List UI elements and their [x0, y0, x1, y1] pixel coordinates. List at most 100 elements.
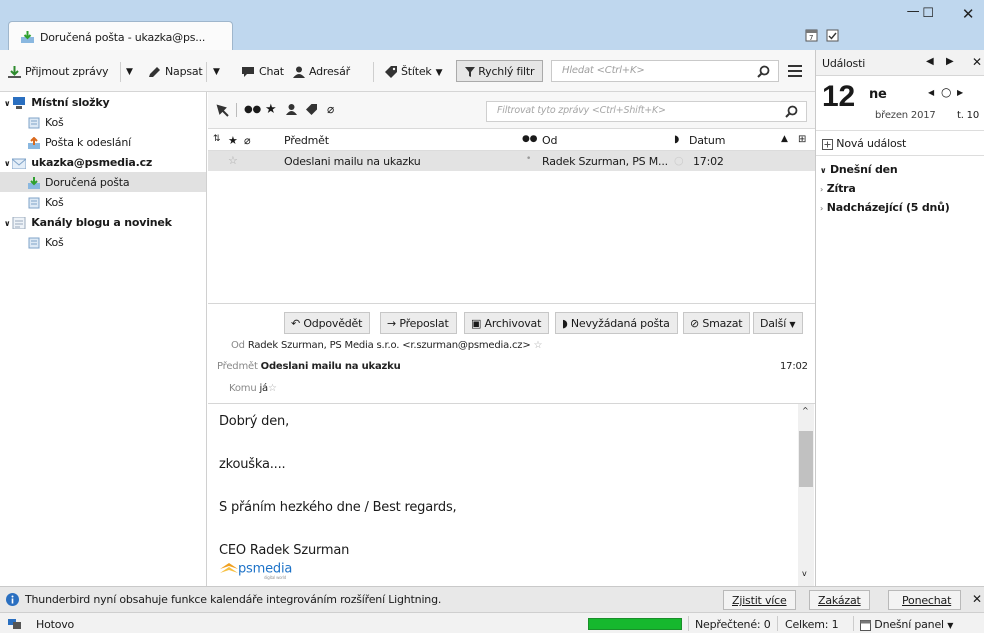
- get-mail-button[interactable]: Přijmout zprávy: [8, 65, 109, 78]
- learn-more-button[interactable]: Zjistit více: [723, 590, 796, 610]
- chevron-down-icon[interactable]: ∨: [4, 159, 11, 168]
- search-input[interactable]: Hledat <Ctrl+K>: [551, 60, 779, 82]
- trash-icon: [28, 117, 40, 129]
- column-date[interactable]: Datum: [689, 134, 725, 147]
- prev-day-icon[interactable]: ◀: [928, 88, 934, 97]
- close-pane-icon[interactable]: ✕: [972, 55, 982, 69]
- pencil-icon: [149, 67, 160, 77]
- disable-button[interactable]: Zakázat: [809, 590, 870, 610]
- unread-filter-icon[interactable]: ●●: [244, 104, 261, 115]
- get-mail-dropdown[interactable]: ▼: [126, 67, 133, 77]
- keep-label: Ponechat: [902, 594, 952, 607]
- folder-label: Doručená pošta: [45, 176, 130, 189]
- delete-label: Smazat: [702, 317, 743, 330]
- keep-button[interactable]: Ponechat: [888, 590, 962, 610]
- archive-icon: ▣: [471, 317, 482, 330]
- prev-view-icon[interactable]: ◀: [926, 56, 934, 67]
- tab-inbox[interactable]: Doručená pošta - ukazka@ps...: [8, 21, 233, 50]
- column-from[interactable]: Od: [542, 134, 557, 147]
- write-button[interactable]: Napsat: [148, 65, 203, 78]
- title-bar: Doručená pošta - ukazka@ps... 7 — ☐ ✕: [0, 0, 984, 50]
- today-pane: Události ◀ ▶ ✕ 12 ne ◀ ○ ▶ březen 2017 t…: [815, 50, 984, 586]
- folder-trash-feeds[interactable]: Koš: [0, 232, 206, 252]
- body-scrollbar[interactable]: ^ v: [798, 404, 814, 586]
- table-row[interactable]: ☆ Odeslani mailu na ukazku • Radek Szurm…: [208, 151, 815, 171]
- folder-inbox[interactable]: Doručená pošta: [0, 172, 206, 192]
- menu-icon[interactable]: [788, 65, 802, 77]
- forward-button[interactable]: → Přeposlat: [380, 312, 457, 334]
- attachment-filter-icon[interactable]: ⌀: [327, 102, 334, 116]
- address-book-button[interactable]: Adresář: [293, 65, 350, 78]
- scroll-down-icon[interactable]: v: [802, 569, 807, 578]
- folder-account[interactable]: ∨ ukazka@psmedia.cz: [0, 152, 206, 172]
- to-value[interactable]: já: [259, 383, 268, 394]
- more-button[interactable]: Další ▼: [753, 312, 804, 334]
- contact-filter-icon[interactable]: [286, 104, 297, 115]
- search-icon: [785, 105, 798, 118]
- from-value[interactable]: Radek Szurman, PS Media s.r.o. <r.szurma…: [248, 340, 531, 351]
- notification-bar: Thunderbird nyní obsahuje funkce kalendá…: [0, 586, 984, 612]
- next-view-icon[interactable]: ▶: [946, 56, 954, 67]
- tag-button[interactable]: Štítek ▼: [385, 65, 443, 78]
- column-subject[interactable]: Předmět: [284, 134, 329, 147]
- folder-local-folders[interactable]: ∨ Místní složky: [0, 92, 206, 112]
- column-picker-icon[interactable]: ⊞: [798, 134, 806, 145]
- row-subject: Odeslani mailu na ukazku: [284, 155, 421, 168]
- sort-ascending-icon[interactable]: ▲: [781, 134, 788, 144]
- star-icon[interactable]: ☆: [268, 383, 277, 394]
- star-column-icon[interactable]: ★: [228, 134, 238, 147]
- archive-label: Archivovat: [484, 317, 542, 330]
- reply-button[interactable]: ↶ Odpovědět: [284, 312, 371, 334]
- calendar-tab-icon[interactable]: 7: [805, 29, 818, 42]
- read-dot-icon[interactable]: •: [526, 154, 531, 164]
- folder-label: Místní složky: [31, 96, 110, 109]
- group-upcoming[interactable]: › Nadcházející (5 dnů): [820, 201, 950, 214]
- more-label: Další: [760, 317, 787, 330]
- delete-button[interactable]: ⊘ Smazat: [683, 312, 751, 334]
- write-dropdown[interactable]: ▼: [213, 67, 220, 77]
- calendar-icon: [860, 619, 871, 631]
- message-body[interactable]: Dobrý den, zkouška.... S přáním hezkého …: [208, 403, 815, 586]
- tasks-tab-icon[interactable]: [826, 29, 839, 42]
- thread-column-icon[interactable]: ⇅: [213, 134, 221, 144]
- thread-column-header: ⇅ ★ ⌀ Předmět ●● Od ◗ Datum ▲ ⊞: [208, 129, 815, 151]
- folder-outbox[interactable]: Pošta k odeslání: [0, 132, 206, 152]
- scroll-thumb[interactable]: [799, 431, 813, 487]
- scroll-up-icon[interactable]: ^: [802, 406, 809, 415]
- maximize-button[interactable]: ☐: [908, 6, 948, 21]
- star-filter-icon[interactable]: ★: [265, 102, 277, 117]
- today-icon[interactable]: ○: [941, 85, 951, 99]
- sticky-filter-icon[interactable]: [216, 104, 232, 118]
- body-line: Dobrý den,: [219, 414, 290, 429]
- next-day-icon[interactable]: ▶: [957, 88, 963, 97]
- chat-button[interactable]: Chat: [241, 65, 284, 78]
- chevron-down-icon[interactable]: ∨: [4, 219, 11, 228]
- unread-count: Nepřečtené: 0: [695, 618, 771, 631]
- online-status-icon[interactable]: [8, 617, 21, 629]
- junk-column-icon[interactable]: ◗: [674, 134, 679, 145]
- archive-button[interactable]: ▣ Archivovat: [464, 312, 550, 334]
- new-event-button[interactable]: Nová událost: [822, 137, 906, 150]
- filter-messages-input[interactable]: Filtrovat tyto zprávy <Ctrl+Shift+K>: [486, 101, 807, 122]
- chevron-down-icon: ▼: [789, 320, 796, 329]
- folder-feeds[interactable]: ∨ Kanály blogu a novinek: [0, 212, 206, 232]
- star-icon[interactable]: ☆: [534, 340, 543, 351]
- folder-trash-account[interactable]: Koš: [0, 192, 206, 212]
- forward-icon: →: [387, 317, 397, 330]
- tag-filter-icon[interactable]: [306, 104, 317, 115]
- close-window-button[interactable]: ✕: [948, 5, 984, 23]
- group-today[interactable]: ∨ Dnešní den: [820, 163, 898, 176]
- folder-trash-local[interactable]: Koš: [0, 112, 206, 132]
- attachment-column-icon[interactable]: ⌀: [244, 134, 251, 147]
- today-pane-header: Události ◀ ▶ ✕: [816, 50, 984, 76]
- search-placeholder: Hledat <Ctrl+K>: [562, 65, 645, 76]
- star-icon[interactable]: ☆: [228, 154, 238, 167]
- close-notification-icon[interactable]: ✕: [972, 592, 982, 606]
- read-column-icon[interactable]: ●●: [522, 134, 538, 144]
- chevron-down-icon[interactable]: ∨: [4, 99, 11, 108]
- junk-status-icon[interactable]: ○: [674, 154, 684, 167]
- today-pane-toggle[interactable]: Dnešní panel ▼: [860, 618, 953, 631]
- group-tomorrow[interactable]: › Zítra: [820, 182, 856, 195]
- quick-filter-button[interactable]: Rychlý filtr: [456, 60, 543, 82]
- junk-button[interactable]: ◗ Nevyžádaná pošta: [555, 312, 678, 334]
